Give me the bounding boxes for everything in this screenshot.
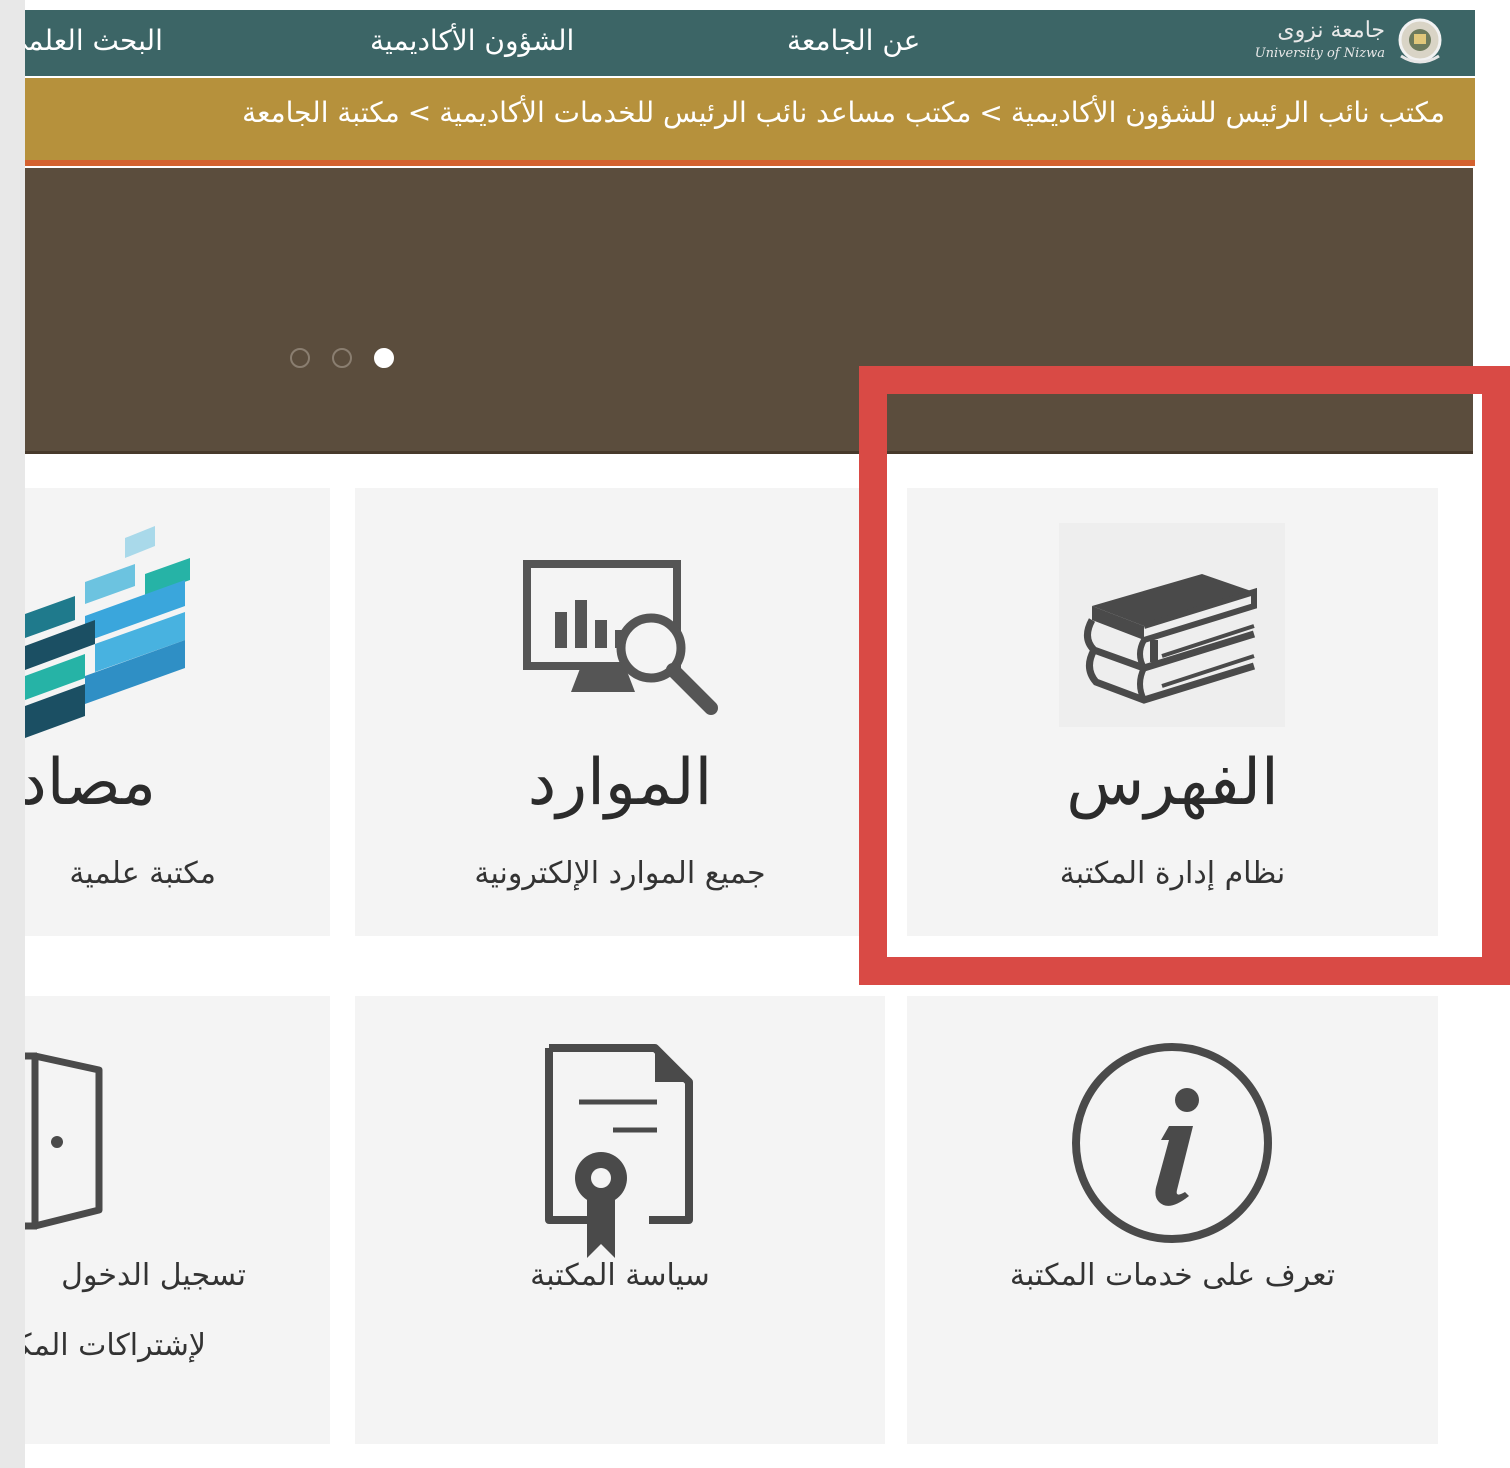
slider-dot-1[interactable] bbox=[290, 348, 310, 368]
tile-resources[interactable]: الموارد جميع الموارد الإلكترونية bbox=[355, 488, 885, 936]
slider-dot-3-active[interactable] bbox=[374, 348, 394, 368]
page: البحث العلمي الشؤون الأكاديمية عن الجامع… bbox=[0, 0, 1510, 1468]
nav-item-about-university[interactable]: عن الجامعة bbox=[787, 24, 920, 57]
right-gutter bbox=[1473, 168, 1510, 1468]
logo-arabic-text: جامعة نزوى bbox=[1277, 18, 1385, 43]
monitor-analytics-icon bbox=[523, 560, 718, 715]
slider-dot-2[interactable] bbox=[332, 348, 352, 368]
top-navigation-bar: البحث العلمي الشؤون الأكاديمية عن الجامع… bbox=[25, 10, 1475, 76]
hero-slider bbox=[25, 168, 1473, 454]
breadcrumb-item-vp-academic[interactable]: مكتب نائب الرئيس للشؤون الأكاديمية bbox=[1011, 96, 1445, 129]
tile-subtitle: تسجيل الدخول bbox=[61, 1258, 246, 1293]
university-logo[interactable]: جامعة نزوى University of Nizwa bbox=[1195, 16, 1445, 72]
tile-login[interactable]: تسجيل الدخول لإشتراكات المكتبة bbox=[25, 996, 330, 1444]
tile-library-policy[interactable]: سياسة المكتبة bbox=[355, 996, 885, 1444]
tile-sources[interactable]: مصادر مكتبة علمية bbox=[25, 488, 330, 936]
books-stack-icon bbox=[1084, 574, 1257, 704]
tile-title: مصادر bbox=[25, 746, 156, 820]
left-edge-shade bbox=[0, 0, 25, 1468]
tile-subtitle: مكتبة علمية bbox=[69, 856, 216, 891]
logo-latin-text: University of Nizwa bbox=[1254, 46, 1385, 61]
database-blocks-icon bbox=[25, 526, 190, 738]
tile-catalog[interactable]: الفهرس نظام إدارة المكتبة bbox=[907, 488, 1438, 936]
tile-subtitle: تعرف على خدمات المكتبة bbox=[1009, 1258, 1336, 1293]
tile-subtitle: نظام إدارة المكتبة bbox=[1059, 856, 1286, 891]
tile-title: الفهرس bbox=[1066, 746, 1279, 820]
breadcrumb-separator: > bbox=[979, 96, 1003, 129]
breadcrumb: مكتب نائب الرئيس للشؤون الأكاديمية>مكتب … bbox=[25, 78, 1475, 166]
nav-item-research[interactable]: البحث العلمي bbox=[25, 24, 163, 57]
university-seal-icon bbox=[1398, 18, 1442, 64]
tile-subtitle: جميع الموارد الإلكترونية bbox=[474, 856, 766, 891]
certificate-icon bbox=[545, 1044, 693, 1258]
nav-item-academic-affairs[interactable]: الشؤون الأكاديمية bbox=[370, 24, 574, 57]
tile-title: الموارد bbox=[527, 746, 713, 820]
breadcrumb-separator: > bbox=[407, 96, 432, 129]
door-icon bbox=[25, 1052, 103, 1230]
tile-subtitle-line2: لإشتراكات المكتبة bbox=[25, 1328, 206, 1363]
tile-subtitle: سياسة المكتبة bbox=[530, 1258, 710, 1293]
tile-library-services[interactable]: تعرف على خدمات المكتبة bbox=[907, 996, 1438, 1444]
breadcrumb-item-library[interactable]: مكتبة الجامعة bbox=[242, 96, 400, 129]
info-icon bbox=[1072, 1043, 1272, 1243]
breadcrumb-item-assistant-vp[interactable]: مكتب مساعد نائب الرئيس للخدمات الأكاديمي… bbox=[439, 96, 971, 129]
